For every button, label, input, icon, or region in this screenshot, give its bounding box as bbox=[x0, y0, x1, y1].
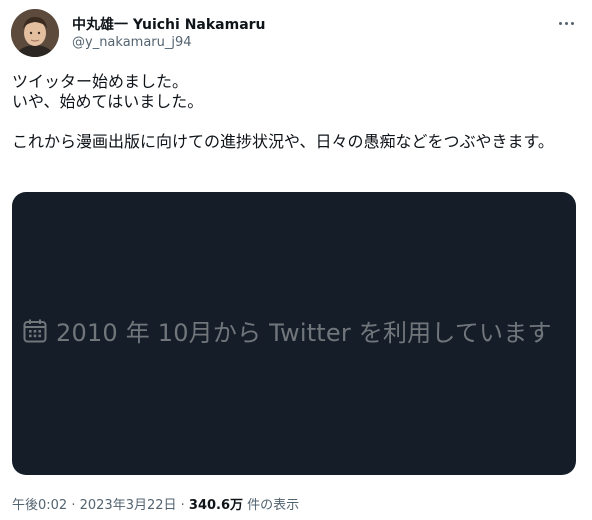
tweet-meta: 午後0:02 · 2023年3月22日 · 340.6万 件の表示 bbox=[12, 494, 299, 513]
meta-separator: · bbox=[67, 498, 80, 513]
more-dot-icon bbox=[570, 21, 574, 25]
tweet-time[interactable]: 午後0:02 bbox=[12, 498, 67, 513]
tweet-line: ツイッター始めました。 bbox=[12, 72, 189, 91]
avatar[interactable] bbox=[11, 9, 59, 57]
view-count[interactable]: 340.6万 bbox=[189, 498, 243, 513]
avatar-image bbox=[11, 9, 59, 57]
more-dot-icon bbox=[564, 21, 568, 25]
media-image[interactable]: 2010 年 10月から Twitter を利用しています bbox=[12, 192, 576, 475]
media-content: 2010 年 10月から Twitter を利用しています bbox=[22, 313, 552, 348]
author-display-name[interactable]: 中丸雄一 Yuichi Nakamaru bbox=[72, 14, 266, 34]
more-dot-icon bbox=[558, 21, 562, 25]
media-caption: 2010 年 10月から Twitter を利用しています bbox=[56, 319, 552, 347]
meta-separator: · bbox=[176, 498, 189, 513]
author-handle[interactable]: @y_nakamaru_j94 bbox=[72, 35, 192, 50]
calendar-icon bbox=[23, 319, 47, 342]
view-count-label[interactable]: 件の表示 bbox=[243, 498, 299, 513]
tweet-line: これから漫画出版に向けての進捗状況や、日々の愚痴などをつぶやきます。 bbox=[12, 132, 554, 151]
tweet-line: いや、始めてはいました。 bbox=[12, 92, 204, 111]
tweet-text: ツイッター始めました。 いや、始めてはいました。 これから漫画出版に向けての進捗… bbox=[12, 72, 572, 152]
tweet-line bbox=[12, 112, 572, 132]
tweet-date[interactable]: 2023年3月22日 bbox=[80, 498, 177, 513]
tweet-card: 中丸雄一 Yuichi Nakamaru @y_nakamaru_j94 ツイッ… bbox=[0, 0, 592, 520]
more-options-button[interactable] bbox=[552, 12, 580, 34]
